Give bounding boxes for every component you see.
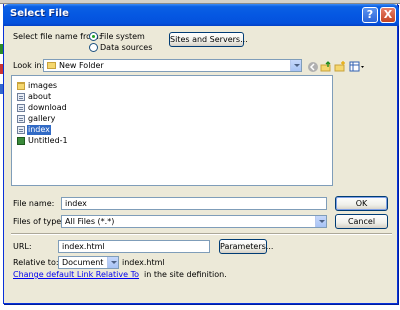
look-in-value: New Folder	[59, 61, 104, 70]
file-list[interactable]: images about download gallery index Unti…	[11, 75, 333, 186]
html-file-icon	[17, 126, 25, 134]
folder-icon	[17, 82, 25, 90]
chevron-down-icon[interactable]	[290, 60, 301, 71]
parameters-button[interactable]: Parameters...	[219, 239, 273, 254]
url-input[interactable]: index.html	[58, 240, 210, 253]
chevron-down-icon[interactable]	[107, 257, 118, 268]
change-link-suffix: in the site definition.	[144, 270, 227, 279]
new-folder-icon[interactable]	[334, 61, 346, 73]
file-name-label: File name:	[13, 199, 55, 208]
files-of-type-select[interactable]: All Files (*.*)	[61, 215, 327, 228]
data-sources-label[interactable]: Data sources	[100, 43, 152, 52]
html-file-icon	[17, 115, 25, 123]
chevron-down-icon[interactable]	[315, 216, 326, 227]
back-icon[interactable]	[307, 61, 319, 73]
file-system-label[interactable]: File system	[100, 32, 145, 41]
ok-button[interactable]: OK	[335, 196, 388, 211]
help-button[interactable]: ?	[362, 7, 378, 23]
sites-and-servers-button[interactable]: Sites and Servers...	[169, 32, 248, 47]
relative-to-value: Document	[62, 258, 104, 267]
html-file-icon	[17, 93, 25, 101]
look-in-select[interactable]: New Folder	[43, 59, 302, 72]
dialog-title: Select File	[10, 8, 69, 19]
up-folder-icon[interactable]	[320, 61, 332, 73]
html-file-icon	[17, 104, 25, 112]
files-of-type-label: Files of type:	[13, 217, 64, 226]
close-button[interactable]: X	[380, 7, 396, 23]
url-label: URL:	[13, 242, 32, 251]
look-in-label: Look in:	[13, 61, 45, 70]
change-link-relative-link[interactable]: Change default Link Relative To	[13, 270, 139, 279]
title-bar[interactable]: Select File ? X	[3, 4, 399, 26]
relative-to-file: index.html	[122, 258, 165, 267]
dreamweaver-file-icon	[17, 137, 25, 145]
folder-icon	[47, 62, 56, 69]
divider	[11, 233, 392, 234]
view-menu-icon[interactable]	[349, 61, 365, 73]
relative-to-select[interactable]: Document	[58, 256, 119, 269]
file-system-radio[interactable]	[89, 32, 98, 41]
file-name-input[interactable]: index	[61, 197, 327, 210]
data-sources-radio[interactable]	[89, 43, 98, 52]
relative-to-label: Relative to:	[13, 258, 59, 267]
select-file-dialog: Select File ? X Select file name from: F…	[3, 4, 399, 304]
cancel-button[interactable]: Cancel	[335, 214, 388, 229]
files-of-type-value: All Files (*.*)	[65, 217, 115, 226]
